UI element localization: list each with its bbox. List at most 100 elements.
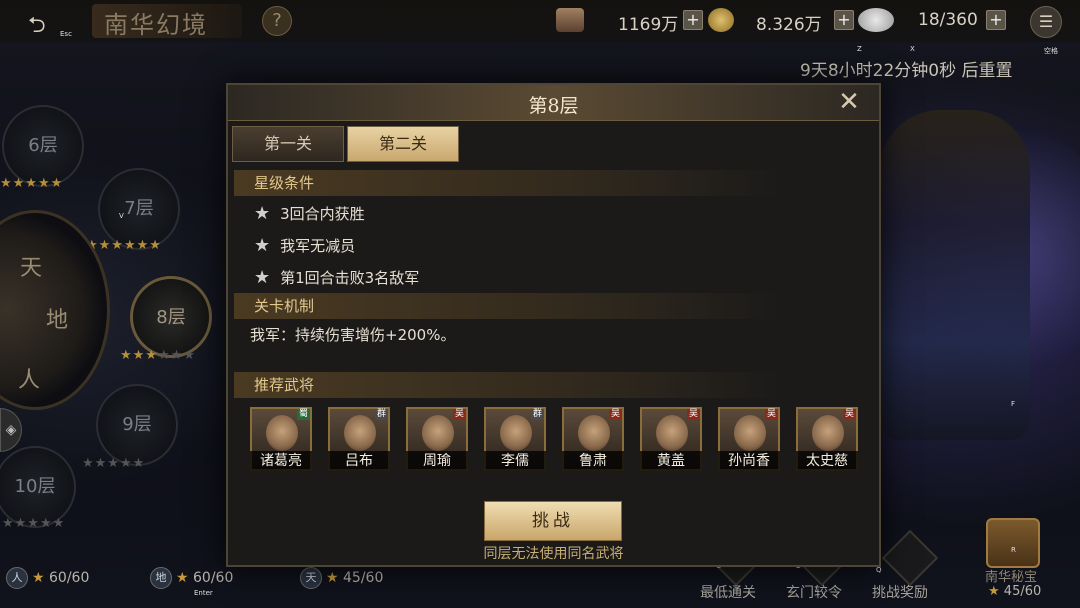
floor-6-stars: ★★★★★ (0, 176, 64, 191)
add-coin-button[interactable]: + (834, 10, 854, 30)
enter-key-hint: Enter (194, 589, 213, 597)
recommended-heroes-header: 推荐武将 (234, 372, 784, 398)
faction-badge: 吴 (608, 409, 622, 420)
faction-badge: 吴 (764, 409, 778, 420)
condition-text: 我军无减员 (280, 237, 356, 255)
resource-stamina-value: 18/360 (918, 10, 978, 30)
tab-stage-2[interactable]: 第二关 (347, 126, 459, 162)
menu-key-hint: 空格 (1044, 47, 1058, 55)
hero-portrait (344, 415, 376, 451)
realm-value: 45/60 (343, 570, 384, 586)
menu-button[interactable]: ☰ (1030, 6, 1062, 38)
back-key-hint: Esc (60, 30, 72, 38)
hero-card[interactable]: 群 李儒 (484, 407, 546, 471)
faction-badge: 蜀 (296, 409, 310, 420)
close-icon: ✕ (838, 87, 860, 117)
challenge-reward-button[interactable]: 挑战奖励 (872, 582, 928, 602)
hero-portrait (734, 415, 766, 451)
back-arrow-icon: ⮌ (28, 13, 46, 38)
modal-title: 第8层 (528, 95, 579, 117)
floor-node-6[interactable]: 6层 (2, 105, 84, 187)
scroll-icon (556, 8, 584, 32)
floor-label: 7层 (124, 198, 154, 219)
hero-name: 李儒 (484, 451, 546, 471)
stone-icon (858, 8, 894, 32)
star-icon: ★ (988, 584, 1000, 599)
hero-portrait (656, 415, 688, 451)
star-icon: ★ (176, 570, 189, 586)
treasure-label: 南华秘宝 (985, 570, 1038, 585)
reset-timer: 9天8小时22分钟0秒 后重置 (800, 61, 1013, 81)
guardian-character-art (880, 110, 1030, 440)
help-button[interactable]: ? (262, 6, 292, 36)
secret-order-button[interactable]: 玄门较令 (786, 582, 842, 602)
challenge-button[interactable]: 挑战 (484, 501, 622, 541)
floor-10-stars: ★★★★★ (2, 516, 66, 531)
hero-card[interactable]: 蜀 诸葛亮 (250, 407, 312, 471)
hero-card[interactable]: 吴 孙尚香 (718, 407, 780, 471)
floor-7-stars: ★★★★★★ (86, 238, 162, 253)
add-scroll-button[interactable]: + (683, 10, 703, 30)
close-button[interactable]: ✕ (834, 89, 864, 117)
floor-node-9[interactable]: 9层 (96, 384, 178, 466)
hero-name: 鲁肃 (562, 451, 624, 471)
tab-stage-1[interactable]: 第一关 (232, 126, 344, 162)
hero-name: 吕布 (328, 451, 390, 471)
hero-portrait (578, 415, 610, 451)
treasure-progress: ★ 45/60 (988, 584, 1041, 599)
hero-name: 孙尚香 (718, 451, 780, 471)
floor-node-8[interactable]: 8层 (130, 276, 212, 358)
faction-badge: 群 (530, 409, 544, 420)
condition-text: 第1回合击败3名敌军 (280, 269, 420, 287)
key-hint-z: Z (857, 45, 862, 53)
same-name-notice: 同层无法使用同名武将 (483, 546, 624, 562)
hero-portrait (422, 415, 454, 451)
realm-tag: 天 (300, 567, 322, 589)
hero-name: 黄盖 (640, 451, 702, 471)
key-hint-f: F (1011, 400, 1016, 408)
hero-card[interactable]: 吴 周瑜 (406, 407, 468, 471)
floor-label: 9层 (122, 414, 152, 435)
star-icon: ★ (254, 235, 271, 256)
modal-header: 第8层 ✕ (228, 85, 879, 121)
floor-label: 8层 (156, 307, 186, 328)
hero-portrait (266, 415, 298, 451)
mechanics-text: 我军：持续伤害增伤+200%。 (250, 326, 456, 344)
star-icon: ★ (254, 203, 271, 224)
page-title: 南华幻境 (104, 11, 208, 39)
faction-badge: 吴 (842, 409, 856, 420)
realm-di-progress: 地 ★ 60/60 (150, 567, 233, 589)
hero-card[interactable]: 吴 太史慈 (796, 407, 858, 471)
wheel-label-ren: 人 (18, 368, 41, 393)
hero-portrait (812, 415, 844, 451)
star-conditions-header: 星级条件 (234, 170, 784, 196)
lowest-clear-button[interactable]: 最低通关 (700, 582, 756, 602)
key-hint-v: V (119, 212, 124, 220)
floor-detail-modal: 第8层 ✕ 第一关 第二关 星级条件 ★ 3回合内获胜 ★ 我军无减员 ★ 第1回合击… (226, 83, 881, 567)
floor-label: 10层 (14, 476, 56, 497)
add-stamina-button[interactable]: + (986, 10, 1006, 30)
hero-card[interactable]: 吴 黄盖 (640, 407, 702, 471)
realm-tag: 人 (6, 567, 28, 589)
faction-badge: 吴 (452, 409, 466, 420)
realm-ren-progress: 人 ★ 60/60 (6, 567, 89, 589)
treasure-value: 45/60 (1003, 584, 1042, 599)
condition-text: 3回合内获胜 (280, 205, 365, 223)
condition-row: ★ 第1回合击败3名敌军 (254, 267, 419, 291)
floor-8-stars: ★★★★★★ (120, 348, 196, 363)
realm-value: 60/60 (49, 570, 90, 586)
key-hint-x: X (910, 45, 915, 53)
mechanics-header: 关卡机制 (234, 293, 784, 319)
hero-card[interactable]: 吴 鲁肃 (562, 407, 624, 471)
treasure-chest-icon[interactable] (986, 518, 1040, 568)
coin-icon (708, 8, 734, 32)
faction-badge: 群 (374, 409, 388, 420)
hero-card[interactable]: 群 吕布 (328, 407, 390, 471)
key-hint-q: Q (876, 566, 882, 574)
hero-portrait (500, 415, 532, 451)
star-icon: ★ (254, 267, 271, 288)
realm-tag: 地 (150, 567, 172, 589)
resource-scroll-value: 1169万 (618, 15, 679, 35)
list-icon: ☰ (1038, 12, 1054, 31)
faction-badge: 吴 (686, 409, 700, 420)
